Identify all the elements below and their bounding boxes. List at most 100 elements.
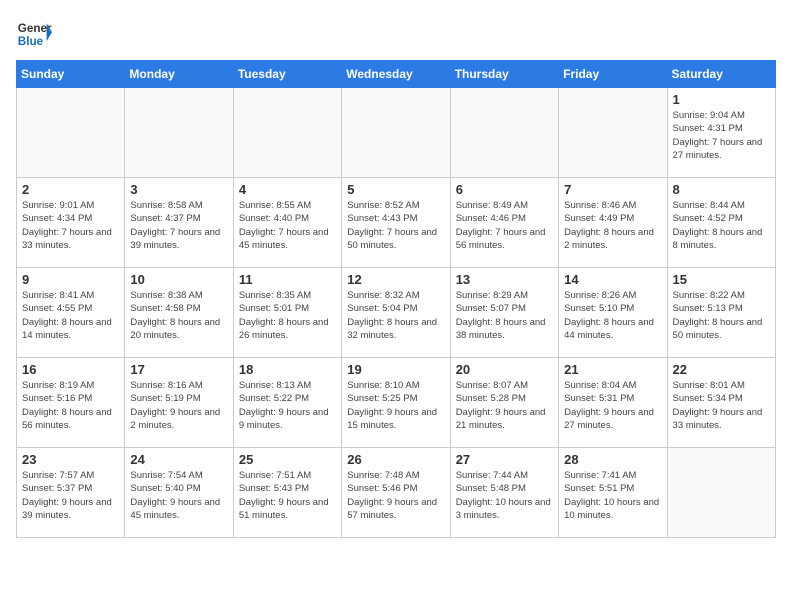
day-info: Sunrise: 8:10 AM Sunset: 5:25 PM Dayligh…	[347, 379, 444, 432]
calendar-cell: 23 Sunrise: 7:57 AM Sunset: 5:37 PM Dayli…	[17, 448, 125, 538]
calendar-cell	[667, 448, 775, 538]
day-info: Sunrise: 8:52 AM Sunset: 4:43 PM Dayligh…	[347, 199, 444, 252]
calendar-cell: 18 Sunrise: 8:13 AM Sunset: 5:22 PM Dayli…	[233, 358, 341, 448]
day-info: Sunrise: 9:04 AM Sunset: 4:31 PM Dayligh…	[673, 109, 770, 162]
day-number: 7	[564, 182, 661, 197]
day-number: 18	[239, 362, 336, 377]
logo-icon: General Blue	[16, 16, 52, 52]
day-info: Sunrise: 8:44 AM Sunset: 4:52 PM Dayligh…	[673, 199, 770, 252]
day-number: 23	[22, 452, 119, 467]
logo: General Blue	[16, 16, 52, 52]
calendar-cell	[450, 88, 558, 178]
week-row-3: 16 Sunrise: 8:19 AM Sunset: 5:16 PM Dayli…	[17, 358, 776, 448]
calendar-cell: 7 Sunrise: 8:46 AM Sunset: 4:49 PM Daylig…	[559, 178, 667, 268]
weekday-header-wednesday: Wednesday	[342, 61, 450, 88]
day-info: Sunrise: 8:58 AM Sunset: 4:37 PM Dayligh…	[130, 199, 227, 252]
day-info: Sunrise: 7:54 AM Sunset: 5:40 PM Dayligh…	[130, 469, 227, 522]
day-info: Sunrise: 8:32 AM Sunset: 5:04 PM Dayligh…	[347, 289, 444, 342]
day-info: Sunrise: 7:41 AM Sunset: 5:51 PM Dayligh…	[564, 469, 661, 522]
weekday-header-saturday: Saturday	[667, 61, 775, 88]
day-number: 8	[673, 182, 770, 197]
calendar-table: SundayMondayTuesdayWednesdayThursdayFrid…	[16, 60, 776, 538]
calendar-cell: 26 Sunrise: 7:48 AM Sunset: 5:46 PM Dayli…	[342, 448, 450, 538]
calendar-cell: 17 Sunrise: 8:16 AM Sunset: 5:19 PM Dayli…	[125, 358, 233, 448]
day-info: Sunrise: 8:46 AM Sunset: 4:49 PM Dayligh…	[564, 199, 661, 252]
week-row-2: 9 Sunrise: 8:41 AM Sunset: 4:55 PM Daylig…	[17, 268, 776, 358]
day-info: Sunrise: 7:51 AM Sunset: 5:43 PM Dayligh…	[239, 469, 336, 522]
day-info: Sunrise: 7:44 AM Sunset: 5:48 PM Dayligh…	[456, 469, 553, 522]
calendar-cell: 21 Sunrise: 8:04 AM Sunset: 5:31 PM Dayli…	[559, 358, 667, 448]
calendar-cell: 28 Sunrise: 7:41 AM Sunset: 5:51 PM Dayli…	[559, 448, 667, 538]
day-number: 9	[22, 272, 119, 287]
calendar-cell	[559, 88, 667, 178]
calendar-cell	[17, 88, 125, 178]
calendar-cell: 13Sunrise: 8:29 AM Sunset: 5:07 PM Dayli…	[450, 268, 558, 358]
calendar-cell: 4 Sunrise: 8:55 AM Sunset: 4:40 PM Daylig…	[233, 178, 341, 268]
day-number: 20	[456, 362, 553, 377]
day-info: Sunrise: 8:41 AM Sunset: 4:55 PM Dayligh…	[22, 289, 119, 342]
calendar-cell: 24 Sunrise: 7:54 AM Sunset: 5:40 PM Dayli…	[125, 448, 233, 538]
calendar-cell: 25 Sunrise: 7:51 AM Sunset: 5:43 PM Dayli…	[233, 448, 341, 538]
weekday-header-row: SundayMondayTuesdayWednesdayThursdayFrid…	[17, 61, 776, 88]
day-info: Sunrise: 7:48 AM Sunset: 5:46 PM Dayligh…	[347, 469, 444, 522]
calendar-cell	[233, 88, 341, 178]
svg-text:Blue: Blue	[18, 35, 44, 48]
day-number: 26	[347, 452, 444, 467]
calendar-cell: 19 Sunrise: 8:10 AM Sunset: 5:25 PM Dayli…	[342, 358, 450, 448]
day-info: Sunrise: 9:01 AM Sunset: 4:34 PM Dayligh…	[22, 199, 119, 252]
day-number: 5	[347, 182, 444, 197]
calendar-cell: 5 Sunrise: 8:52 AM Sunset: 4:43 PM Daylig…	[342, 178, 450, 268]
calendar-cell: 20 Sunrise: 8:07 AM Sunset: 5:28 PM Dayli…	[450, 358, 558, 448]
calendar-cell: 14 Sunrise: 8:26 AM Sunset: 5:10 PM Dayli…	[559, 268, 667, 358]
day-info: Sunrise: 8:35 AM Sunset: 5:01 PM Dayligh…	[239, 289, 336, 342]
weekday-header-monday: Monday	[125, 61, 233, 88]
day-number: 1	[673, 92, 770, 107]
calendar-cell: 10Sunrise: 8:38 AM Sunset: 4:58 PM Dayli…	[125, 268, 233, 358]
day-info: Sunrise: 8:16 AM Sunset: 5:19 PM Dayligh…	[130, 379, 227, 432]
header: General Blue	[16, 16, 776, 52]
week-row-0: 1 Sunrise: 9:04 AM Sunset: 4:31 PM Daylig…	[17, 88, 776, 178]
day-number: 16	[22, 362, 119, 377]
weekday-header-friday: Friday	[559, 61, 667, 88]
calendar-cell: 22 Sunrise: 8:01 AM Sunset: 5:34 PM Dayli…	[667, 358, 775, 448]
day-number: 12	[347, 272, 444, 287]
day-number: 4	[239, 182, 336, 197]
day-number: 21	[564, 362, 661, 377]
day-number: 14	[564, 272, 661, 287]
calendar-cell: 27 Sunrise: 7:44 AM Sunset: 5:48 PM Dayli…	[450, 448, 558, 538]
day-info: Sunrise: 8:19 AM Sunset: 5:16 PM Dayligh…	[22, 379, 119, 432]
day-number: 19	[347, 362, 444, 377]
calendar-cell	[125, 88, 233, 178]
calendar-cell: 2Sunrise: 9:01 AM Sunset: 4:34 PM Daylig…	[17, 178, 125, 268]
calendar-cell: 12 Sunrise: 8:32 AM Sunset: 5:04 PM Dayli…	[342, 268, 450, 358]
day-number: 24	[130, 452, 227, 467]
calendar-cell: 16 Sunrise: 8:19 AM Sunset: 5:16 PM Dayli…	[17, 358, 125, 448]
day-info: Sunrise: 7:57 AM Sunset: 5:37 PM Dayligh…	[22, 469, 119, 522]
week-row-1: 2Sunrise: 9:01 AM Sunset: 4:34 PM Daylig…	[17, 178, 776, 268]
day-info: Sunrise: 8:13 AM Sunset: 5:22 PM Dayligh…	[239, 379, 336, 432]
day-number: 25	[239, 452, 336, 467]
day-info: Sunrise: 8:04 AM Sunset: 5:31 PM Dayligh…	[564, 379, 661, 432]
day-info: Sunrise: 8:55 AM Sunset: 4:40 PM Dayligh…	[239, 199, 336, 252]
day-number: 6	[456, 182, 553, 197]
day-number: 13	[456, 272, 553, 287]
day-number: 10	[130, 272, 227, 287]
calendar-cell: 9 Sunrise: 8:41 AM Sunset: 4:55 PM Daylig…	[17, 268, 125, 358]
calendar-cell: 11Sunrise: 8:35 AM Sunset: 5:01 PM Dayli…	[233, 268, 341, 358]
day-info: Sunrise: 8:01 AM Sunset: 5:34 PM Dayligh…	[673, 379, 770, 432]
day-number: 15	[673, 272, 770, 287]
calendar-cell: 6Sunrise: 8:49 AM Sunset: 4:46 PM Daylig…	[450, 178, 558, 268]
day-info: Sunrise: 8:26 AM Sunset: 5:10 PM Dayligh…	[564, 289, 661, 342]
day-number: 28	[564, 452, 661, 467]
weekday-header-sunday: Sunday	[17, 61, 125, 88]
day-number: 27	[456, 452, 553, 467]
calendar-cell	[342, 88, 450, 178]
day-info: Sunrise: 8:07 AM Sunset: 5:28 PM Dayligh…	[456, 379, 553, 432]
calendar-cell: 8 Sunrise: 8:44 AM Sunset: 4:52 PM Daylig…	[667, 178, 775, 268]
day-info: Sunrise: 8:22 AM Sunset: 5:13 PM Dayligh…	[673, 289, 770, 342]
day-number: 22	[673, 362, 770, 377]
day-number: 17	[130, 362, 227, 377]
calendar-cell: 15 Sunrise: 8:22 AM Sunset: 5:13 PM Dayli…	[667, 268, 775, 358]
week-row-4: 23 Sunrise: 7:57 AM Sunset: 5:37 PM Dayli…	[17, 448, 776, 538]
weekday-header-tuesday: Tuesday	[233, 61, 341, 88]
